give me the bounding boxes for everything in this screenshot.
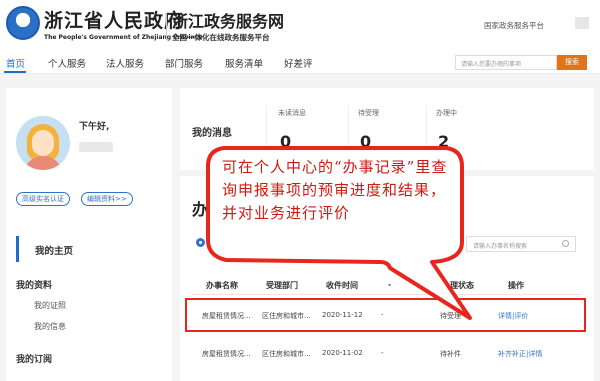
search-icon (562, 240, 569, 247)
records-search-button[interactable] (556, 236, 576, 252)
sidebar-item-certificates[interactable]: 我的证照 (34, 300, 66, 311)
site-header: 浙江省人民政府 The People's Government of Zheji… (0, 0, 600, 52)
row-action-details-rate[interactable]: 详情|评价 (498, 311, 528, 321)
greeting: 下午好, (79, 122, 110, 132)
row-date: 2020-11-02 (322, 349, 363, 357)
unread-label: 未读消息 (278, 109, 306, 117)
col-header-blank: - (388, 280, 392, 289)
username-redacted (79, 142, 113, 152)
user-sidebar: 下午好, 高级实名认证 编辑资料>> 我的主页 我的资料 我的证照 我的信息 我… (6, 88, 172, 381)
sidebar-item-home[interactable]: 我的主页 (16, 236, 166, 262)
row-status: 待受理 (440, 312, 461, 320)
row-name: 房屋租赁情况... (202, 350, 251, 358)
filter-radio[interactable] (196, 238, 205, 247)
in-progress-count[interactable]: 2 (438, 132, 449, 151)
row-status: 待补件 (440, 350, 461, 358)
sidebar-item-my-info[interactable]: 我的信息 (34, 321, 66, 332)
logo-divider (166, 12, 167, 40)
row-dash: - (381, 349, 384, 357)
unread-count[interactable]: 0 (280, 132, 291, 151)
gov-name[interactable]: 浙江省人民政府 (44, 6, 184, 33)
avatar (16, 116, 70, 170)
row-date: 2020-11-12 (322, 311, 363, 319)
nav-item-rating[interactable]: 好差评 (284, 56, 313, 70)
real-name-auth-badge[interactable]: 高级实名认证 (16, 192, 70, 206)
row-name: 房屋租赁情况... (202, 312, 251, 320)
table-row: 房屋租赁情况... 区住房和城市... 2020-11-02 - 待补件 补齐补… (190, 345, 582, 367)
edit-profile-button[interactable]: 编辑资料>> (81, 192, 133, 206)
sidebar-section-profile[interactable]: 我的资料 (16, 278, 52, 291)
row-dash: - (381, 311, 384, 319)
search-input[interactable]: 请输入您要办理的事项 (455, 55, 557, 70)
records-title: 办 (192, 200, 209, 219)
row-dept: 区住房和城市... (262, 350, 311, 358)
col-header-date: 收件时间 (326, 281, 358, 290)
col-header-name: 办事名称 (206, 281, 238, 290)
row-dept: 区住房和城市... (262, 312, 311, 320)
gov-emblem-icon[interactable] (6, 6, 40, 40)
col-header-dept: 受理部门 (266, 281, 298, 290)
table-row: 房屋租赁情况... 区住房和城市... 2020-11-12 - 待受理 详情|… (190, 307, 582, 329)
national-platform-link[interactable]: 国家政务服务平台 (484, 20, 544, 31)
sidebar-section-subscriptions[interactable]: 我的订阅 (16, 352, 52, 365)
nav-item-personal[interactable]: 个人服务 (48, 56, 86, 70)
messages-title: 我的消息 (192, 128, 232, 139)
pending-count[interactable]: 0 (360, 132, 371, 151)
platform-subtitle: 全国一体化在线政务服务平台 (172, 33, 270, 42)
nav-item-corporate[interactable]: 法人服务 (106, 56, 144, 70)
active-nav-indicator (4, 71, 26, 73)
col-header-action: 操作 (508, 281, 524, 290)
user-account-icon[interactable] (575, 17, 589, 29)
nav-item-service-list[interactable]: 服务清单 (225, 56, 263, 70)
in-progress-label: 办理中 (436, 109, 457, 117)
pending-label: 待受理 (358, 109, 379, 117)
nav-item-home[interactable]: 首页 (6, 56, 25, 70)
nav-item-department[interactable]: 部门服务 (165, 56, 203, 70)
search-button[interactable]: 搜索 (557, 55, 587, 70)
platform-title[interactable]: 浙江政务服务网 (172, 8, 284, 32)
row-action-supplement-details[interactable]: 补齐补正|详情 (498, 349, 542, 359)
callout-text: 可在个人中心的“办事记录”里查询申报事项的预审进度和结果，并对业务进行评价 (222, 158, 448, 222)
col-header-status: 办理状态 (442, 281, 474, 290)
